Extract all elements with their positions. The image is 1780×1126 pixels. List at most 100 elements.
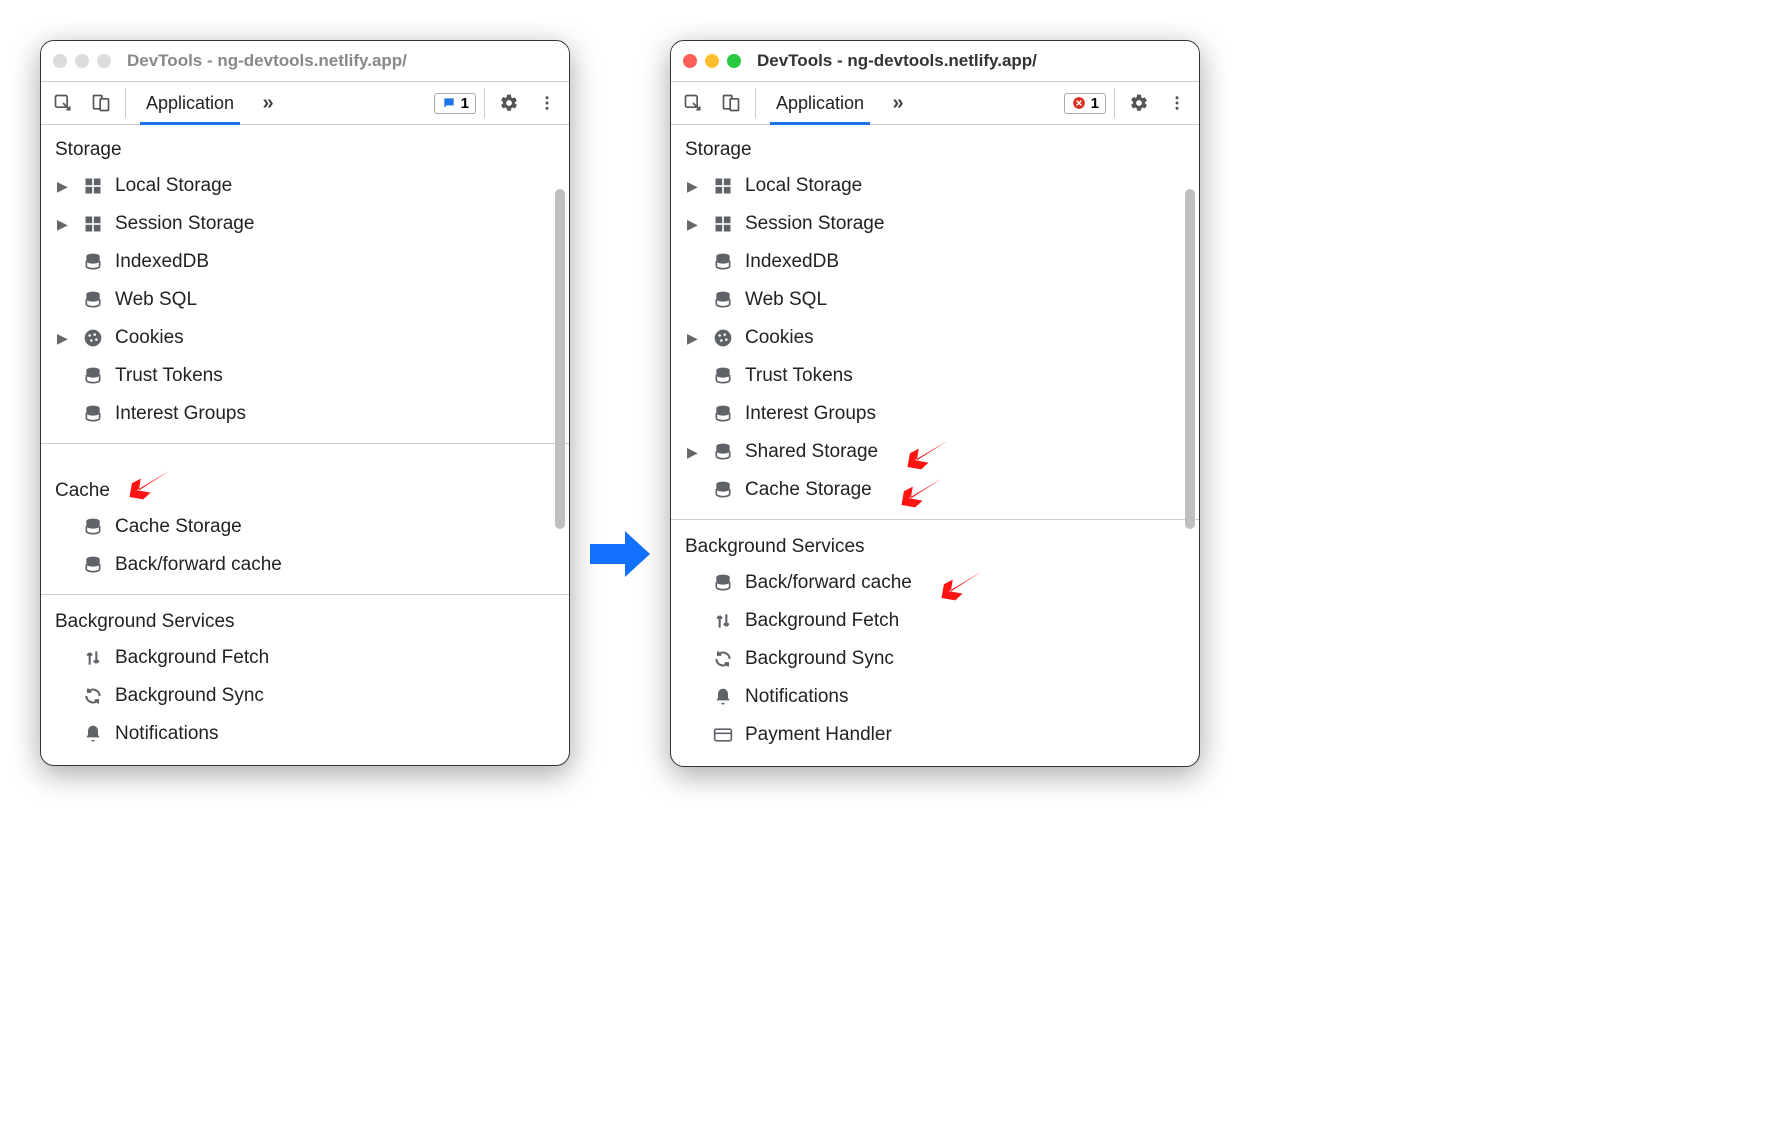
db-icon — [711, 571, 735, 595]
tree-item[interactable]: Interest Groups — [671, 395, 1199, 433]
tree-item[interactable]: Background Fetch — [41, 639, 569, 677]
zoom-dot[interactable] — [727, 54, 741, 68]
kebab-icon[interactable] — [531, 87, 563, 119]
tree-item-label: IndexedDB — [115, 251, 209, 273]
errors-badge[interactable]: 1 — [1064, 93, 1106, 114]
device-mode-icon[interactable] — [85, 87, 117, 119]
sync-icon — [711, 647, 735, 671]
close-dot[interactable] — [53, 54, 67, 68]
tree-item[interactable]: ▶ Local Storage — [41, 167, 569, 205]
tree-item-label: Payment Handler — [745, 724, 892, 746]
tree-item[interactable]: Background Sync — [671, 640, 1199, 678]
expand-arrow-icon[interactable]: ▶ — [57, 330, 68, 347]
db-icon — [81, 515, 105, 539]
section-header: Background Services — [671, 530, 1199, 564]
sidebar-tree[interactable]: Storage ▶ Local Storage ▶ Session Storage Ind… — [671, 125, 1199, 766]
tree-item[interactable]: IndexedDB — [671, 243, 1199, 281]
close-dot[interactable] — [683, 54, 697, 68]
scrollbar[interactable] — [1183, 189, 1197, 756]
more-tabs-icon[interactable]: » — [252, 87, 284, 119]
tree-item-label: Local Storage — [745, 175, 862, 197]
tree-item-label: Session Storage — [745, 213, 884, 235]
annotation-arrow-icon — [900, 474, 940, 510]
tree-item[interactable]: Cache Storage — [671, 471, 1199, 509]
tree-item[interactable]: Trust Tokens — [671, 357, 1199, 395]
titlebar: DevTools - ng-devtools.netlify.app/ — [41, 41, 569, 81]
tree-item[interactable]: Background Sync — [41, 677, 569, 715]
devtools-toolbar: Application » 1 — [671, 81, 1199, 125]
tree-item[interactable]: Notifications — [671, 678, 1199, 716]
window-title: DevTools - ng-devtools.netlify.app/ — [127, 51, 407, 71]
panel-body: Storage ▶ Local Storage ▶ Session Storage Ind… — [671, 125, 1199, 766]
sync-icon — [81, 684, 105, 708]
tree-item[interactable]: Trust Tokens — [41, 357, 569, 395]
grid-icon — [81, 212, 105, 236]
traffic-lights[interactable] — [683, 54, 741, 68]
zoom-dot[interactable] — [97, 54, 111, 68]
inspect-icon[interactable] — [47, 87, 79, 119]
tree-item[interactable]: Interest Groups — [41, 395, 569, 433]
tab-application[interactable]: Application — [134, 82, 246, 124]
sidebar-tree[interactable]: Storage ▶ Local Storage ▶ Session Storage Ind… — [41, 125, 569, 765]
annotation-arrow-icon — [906, 436, 946, 472]
expand-arrow-icon[interactable]: ▶ — [687, 216, 698, 233]
tree-item[interactable]: Back/forward cache — [671, 564, 1199, 602]
grid-icon — [711, 174, 735, 198]
tree-item[interactable]: Back/forward cache — [41, 546, 569, 584]
tree-item[interactable]: ▶Shared Storage — [671, 433, 1199, 471]
tree-item[interactable]: IndexedDB — [41, 243, 569, 281]
minimize-dot[interactable] — [75, 54, 89, 68]
db-icon — [81, 553, 105, 577]
tree-item[interactable]: Web SQL — [671, 281, 1199, 319]
bell-icon — [81, 722, 105, 746]
grid-icon — [81, 174, 105, 198]
expand-arrow-icon[interactable]: ▶ — [687, 330, 698, 347]
more-tabs-icon[interactable]: » — [882, 87, 914, 119]
tree-item[interactable]: ▶ Session Storage — [671, 205, 1199, 243]
traffic-lights[interactable] — [53, 54, 111, 68]
issues-badge[interactable]: 1 — [434, 93, 476, 114]
device-mode-icon[interactable] — [715, 87, 747, 119]
inspect-icon[interactable] — [677, 87, 709, 119]
expand-arrow-icon[interactable]: ▶ — [687, 178, 698, 195]
tree-item-label: Back/forward cache — [115, 554, 282, 576]
cookie-icon — [711, 326, 735, 350]
scrollbar[interactable] — [553, 189, 567, 755]
expand-arrow-icon[interactable]: ▶ — [687, 444, 698, 461]
titlebar: DevTools - ng-devtools.netlify.app/ — [671, 41, 1199, 81]
tree-item[interactable]: ▶ Local Storage — [671, 167, 1199, 205]
tree-item-label: Local Storage — [115, 175, 232, 197]
tree-item[interactable]: Cache Storage — [41, 508, 569, 546]
tree-item[interactable]: Web SQL — [41, 281, 569, 319]
divider — [125, 88, 126, 118]
tree-item-label: Trust Tokens — [115, 365, 223, 387]
minimize-dot[interactable] — [705, 54, 719, 68]
tree-item[interactable]: ▶Cookies — [671, 319, 1199, 357]
gear-icon[interactable] — [493, 87, 525, 119]
tree-item[interactable]: ▶ Session Storage — [41, 205, 569, 243]
db-icon — [81, 402, 105, 426]
tree-item[interactable]: ▶Cookies — [41, 319, 569, 357]
error-icon — [1071, 95, 1087, 111]
expand-arrow-icon[interactable]: ▶ — [57, 178, 68, 195]
expand-arrow-icon[interactable]: ▶ — [57, 216, 68, 233]
db-icon — [81, 250, 105, 274]
bell-icon — [711, 685, 735, 709]
section-header: Storage — [41, 133, 569, 167]
updown-icon — [81, 646, 105, 670]
tab-application[interactable]: Application — [764, 82, 876, 124]
annotation-arrow-icon — [940, 567, 980, 603]
devtools-toolbar: Application » 1 — [41, 81, 569, 125]
tree-item-label: Interest Groups — [115, 403, 246, 425]
tree-item[interactable]: Payment Handler — [671, 716, 1199, 754]
tree-item-label: IndexedDB — [745, 251, 839, 273]
db-icon — [711, 478, 735, 502]
tree-item[interactable]: Background Fetch — [671, 602, 1199, 640]
tree-item-label: Session Storage — [115, 213, 254, 235]
section-header: Storage — [671, 133, 1199, 167]
kebab-icon[interactable] — [1161, 87, 1193, 119]
tree-item[interactable]: Notifications — [41, 715, 569, 753]
divider — [755, 88, 756, 118]
section-header: Cache — [41, 454, 569, 508]
gear-icon[interactable] — [1123, 87, 1155, 119]
